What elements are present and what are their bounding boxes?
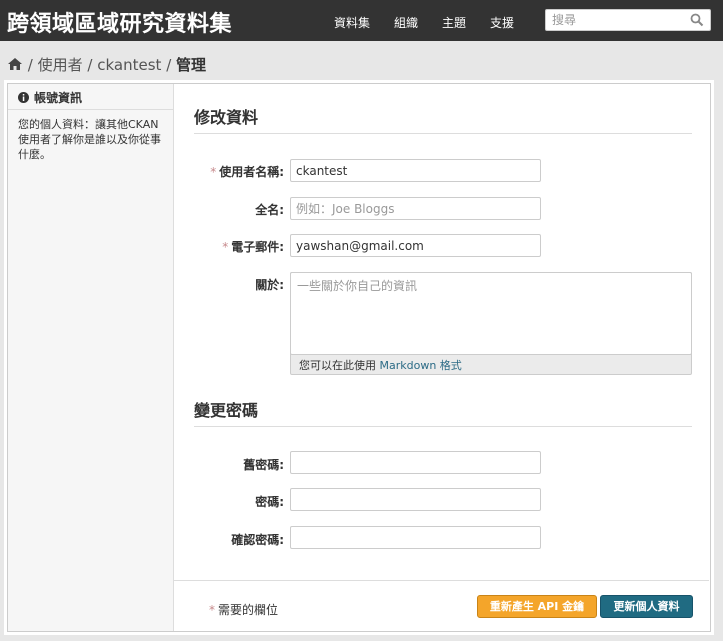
search-input[interactable] [546,10,686,30]
sidebar-heading: 帳號資訊 [8,84,173,110]
masthead: 跨領域區域研究資料集 資料集 組織 主題 支援 [0,0,723,41]
breadcrumb-separator: / [166,56,177,74]
update-profile-button[interactable]: 更新個人資料 [600,595,693,618]
email-label: * 電子郵件: [222,240,284,254]
sidebar: 帳號資訊 您的個人資料：讓其他CKAN使用者了解你是誰以及你從事什麼。 [8,84,174,631]
form-actions: * 需要的欄位 重新產生 API 金鑰 更新個人資料 [174,580,709,631]
nav-datasets[interactable]: 資料集 [334,14,370,31]
breadcrumb: / 使用者 / ckantest / 管理 [7,54,206,75]
markdown-help: 您可以在此使用 Markdown 格式 [299,359,462,372]
edit-form: 修改資料 *使用者名稱: 全名: *電子郵件: 關於: 您可以在此使用 Mark… [174,84,709,631]
about-field: 您可以在此使用 Markdown 格式 [290,272,692,375]
new-password-label: 密碼: [255,495,284,509]
fullname-input[interactable] [290,197,541,220]
breadcrumb-user[interactable]: ckantest [97,56,161,74]
breadcrumb-current: 管理 [176,56,207,74]
search-icon[interactable] [690,13,704,27]
breadcrumb-separator: / [27,56,38,74]
confirm-password-input[interactable] [290,526,541,549]
old-password-input[interactable] [290,451,541,474]
sidebar-description: 您的個人資料：讓其他CKAN使用者了解你是誰以及你從事什麼。 [18,118,161,161]
username-label: * 使用者名稱: [210,165,284,179]
required-mark: * [222,240,229,254]
edit-section-title: 修改資料 [194,104,692,134]
about-label: 關於: [255,278,284,292]
content-wrapper: 帳號資訊 您的個人資料：讓其他CKAN使用者了解你是誰以及你從事什麼。 修改資料… [7,83,711,632]
nav-about[interactable]: 支援 [490,14,514,31]
home-icon[interactable] [7,57,23,71]
fullname-label: 全名: [255,203,284,217]
markdown-link[interactable]: Markdown 格式 [380,359,462,372]
sidebar-heading-label: 帳號資訊 [34,91,83,105]
breadcrumb-separator: / [87,56,98,74]
about-textarea[interactable] [290,272,692,355]
search-box [545,9,711,31]
regenerate-api-key-button[interactable]: 重新產生 API 金鑰 [477,595,597,618]
email-input[interactable] [290,234,541,257]
nav-organizations[interactable]: 組織 [394,14,418,31]
breadcrumb-users[interactable]: 使用者 [38,56,83,74]
site-title[interactable]: 跨領域區域研究資料集 [7,6,232,38]
old-password-label: 舊密碼: [243,458,284,472]
password-section-title: 變更密碼 [194,397,692,427]
info-icon [18,92,29,103]
required-note: * 需要的欄位 [209,603,279,617]
required-mark: * [210,165,217,179]
new-password-input[interactable] [290,488,541,511]
confirm-password-label: 確認密碼: [231,533,284,547]
username-input[interactable] [290,159,541,182]
required-mark: * [209,603,215,617]
nav-groups[interactable]: 主題 [442,14,466,31]
